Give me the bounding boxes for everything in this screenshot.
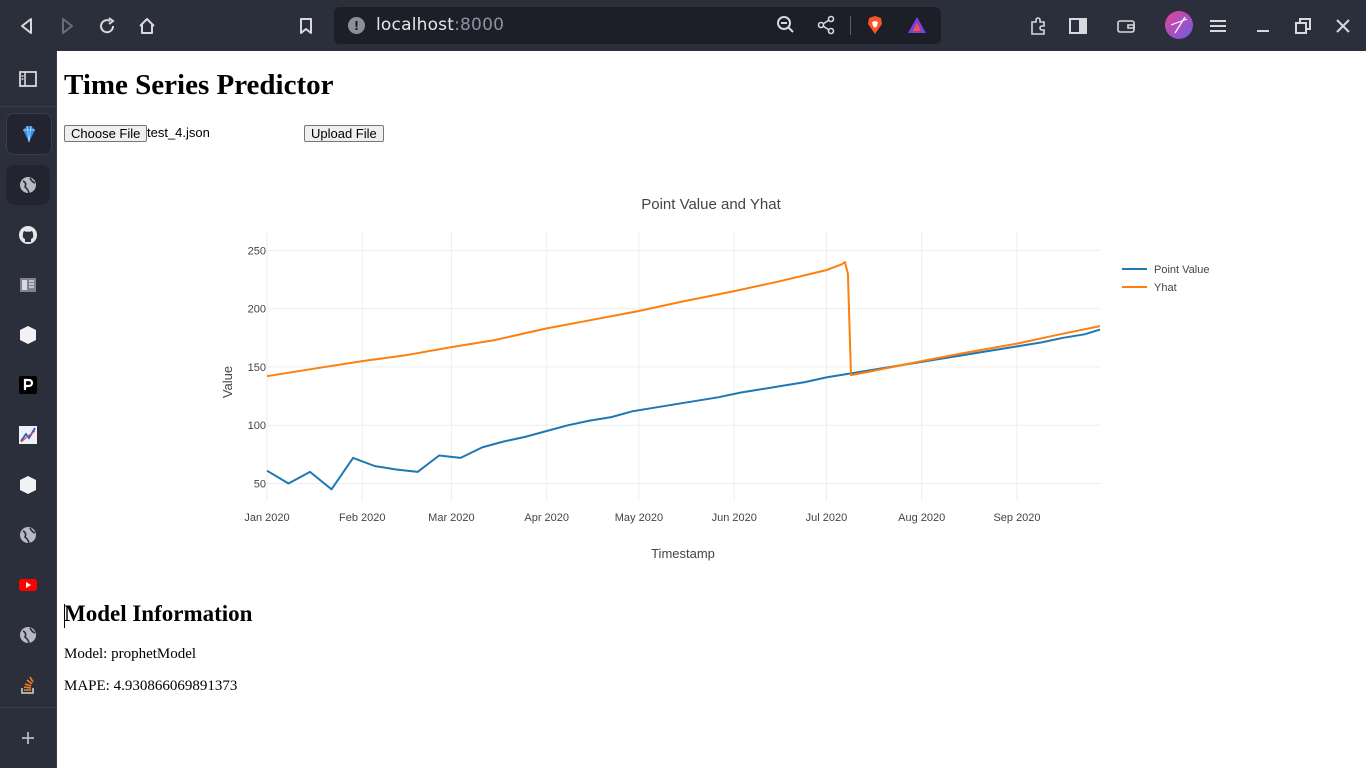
model-name-text: Model: prophetModel [64,646,197,662]
x-tick-label: May 2020 [615,512,663,524]
mape-text: MAPE: 4.930866069891373 [64,678,238,694]
model-info-heading: Model Information [64,601,253,626]
sidebar-stackoverflow-icon[interactable] [6,665,50,705]
sidebar-toggle-icon[interactable] [1065,13,1091,39]
sidebar-chart-app-icon[interactable] [6,415,50,455]
x-tick-label: Feb 2020 [339,512,385,524]
minimize-icon[interactable] [1250,13,1276,39]
x-tick-label: Mar 2020 [428,512,474,524]
x-tick-label: Jul 2020 [806,512,848,524]
sidebar-p-app-icon[interactable] [6,365,50,405]
sidebar-globe-icon[interactable] [6,165,50,205]
brave-rewards-icon[interactable] [904,12,930,38]
zoom-out-icon[interactable] [773,12,799,38]
wallet-icon[interactable] [1113,13,1139,39]
sidebar-cube-icon[interactable] [6,315,50,355]
y-axis-label: Value [220,366,235,398]
chart-grid [266,231,1100,501]
series-line-point-value [266,328,1101,491]
sidebar-reader-icon[interactable] [6,265,50,305]
legend-label[interactable]: Point Value [1154,264,1209,276]
extensions-icon[interactable] [1025,13,1051,39]
home-icon[interactable] [134,13,160,39]
y-tick-label: 150 [248,362,266,374]
y-tick-label: 50 [254,479,266,491]
url-text[interactable]: localhost:8000 [376,15,504,35]
restore-icon[interactable] [1290,13,1316,39]
browser-sidebar [0,51,57,768]
x-tick-label: Jun 2020 [712,512,757,524]
menu-icon[interactable] [1205,13,1231,39]
series-line-yhat [266,261,1101,378]
x-tick-label: Apr 2020 [524,512,569,524]
close-icon[interactable] [1330,13,1356,39]
reload-icon[interactable] [94,13,120,39]
sidebar-cube-icon-2[interactable] [6,465,50,505]
x-tick-label: Jan 2020 [244,512,289,524]
brave-shields-icon[interactable] [862,12,888,38]
address-bar[interactable]: ! localhost:8000 [334,7,941,44]
line-chart[interactable]: Point Value and Yhat Jan 2020 Feb 2020 Mar… [57,51,1366,581]
page-content: Time Series Predictor Choose File test_4… [57,51,1366,768]
y-tick-label: 250 [248,245,266,257]
bookmark-icon[interactable] [293,13,319,39]
legend-label[interactable]: Yhat [1154,282,1177,294]
divider [850,16,851,35]
sidebar-panel-icon[interactable] [6,59,50,99]
site-info-icon[interactable]: ! [348,17,365,34]
forward-icon[interactable] [54,13,80,39]
back-icon[interactable] [14,13,40,39]
sidebar-leo-icon[interactable] [6,113,52,155]
chart-ticks: Jan 2020 Feb 2020 Mar 2020 Apr 2020 May 2020… [244,245,1040,524]
chart-series [266,261,1101,491]
sidebar-divider [0,106,56,107]
chart-title: Point Value and Yhat [641,196,781,213]
sidebar-add-icon[interactable] [6,718,50,758]
x-tick-label: Aug 2020 [898,512,945,524]
sidebar-divider-2 [0,707,56,708]
sidebar-globe-icon-2[interactable] [6,515,50,555]
share-icon[interactable] [813,12,839,38]
chart-legend[interactable]: Point Value Yhat [1122,264,1209,294]
browser-toolbar: ! localhost:8000 [0,0,1366,51]
profile-avatar-icon[interactable] [1165,11,1193,39]
y-tick-label: 200 [248,304,266,316]
x-tick-label: Sep 2020 [993,512,1040,524]
sidebar-youtube-icon[interactable] [6,565,50,605]
sidebar-github-icon[interactable] [6,215,50,255]
sidebar-globe-icon-3[interactable] [6,615,50,655]
y-tick-label: 100 [248,420,266,432]
x-axis-label: Timestamp [651,546,715,561]
